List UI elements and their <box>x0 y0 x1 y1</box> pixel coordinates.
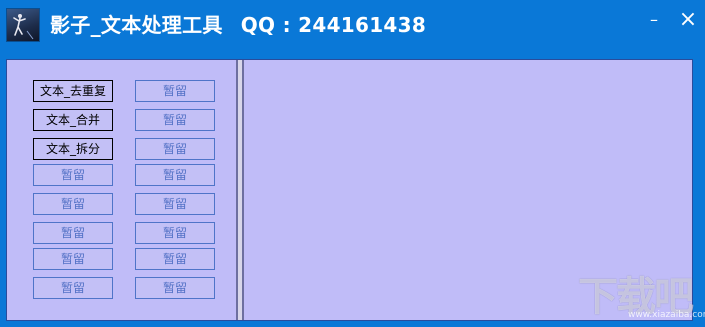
qq-number: QQ : 244161438 <box>240 13 427 37</box>
app-title: 影子_文本处理工具 <box>50 13 223 37</box>
reserved-button[interactable]: 暂留 <box>135 193 215 215</box>
reserved-button[interactable]: 暂留 <box>135 109 215 131</box>
reserved-button[interactable]: 暂留 <box>33 193 113 215</box>
reserved-button[interactable]: 暂留 <box>135 222 215 244</box>
reserved-button[interactable]: 暂留 <box>135 277 215 299</box>
reserved-button[interactable]: 暂留 <box>33 222 113 244</box>
reserved-button[interactable]: 暂留 <box>33 248 113 270</box>
button-panel: 文本_去重复 文本_合并 文本_拆分 暂留 暂留 暂留 暂留 暂留 暂留 暂留 … <box>7 60 236 320</box>
close-button[interactable]: × <box>674 6 702 34</box>
reserved-button[interactable]: 暂留 <box>33 164 113 186</box>
split-text-button[interactable]: 文本_拆分 <box>33 138 113 160</box>
watermark: 下载吧 www.xiazaiba.com <box>568 262 705 322</box>
dedupe-text-button[interactable]: 文本_去重复 <box>33 80 113 102</box>
minimize-button[interactable]: – <box>640 6 668 34</box>
window-title: 影子_文本处理工具 QQ : 244161438 <box>50 9 426 38</box>
reserved-button[interactable]: 暂留 <box>135 80 215 102</box>
panel-splitter[interactable] <box>236 60 244 320</box>
title-bar[interactable]: 影子_文本处理工具 QQ : 244161438 – × <box>0 0 705 44</box>
shadow-figure-icon <box>6 8 40 42</box>
merge-text-button[interactable]: 文本_合并 <box>33 109 113 131</box>
reserved-button[interactable]: 暂留 <box>135 138 215 160</box>
reserved-button[interactable]: 暂留 <box>135 248 215 270</box>
reserved-button[interactable]: 暂留 <box>135 164 215 186</box>
watermark-url: www.xiazaiba.com <box>628 310 705 320</box>
reserved-button[interactable]: 暂留 <box>33 277 113 299</box>
